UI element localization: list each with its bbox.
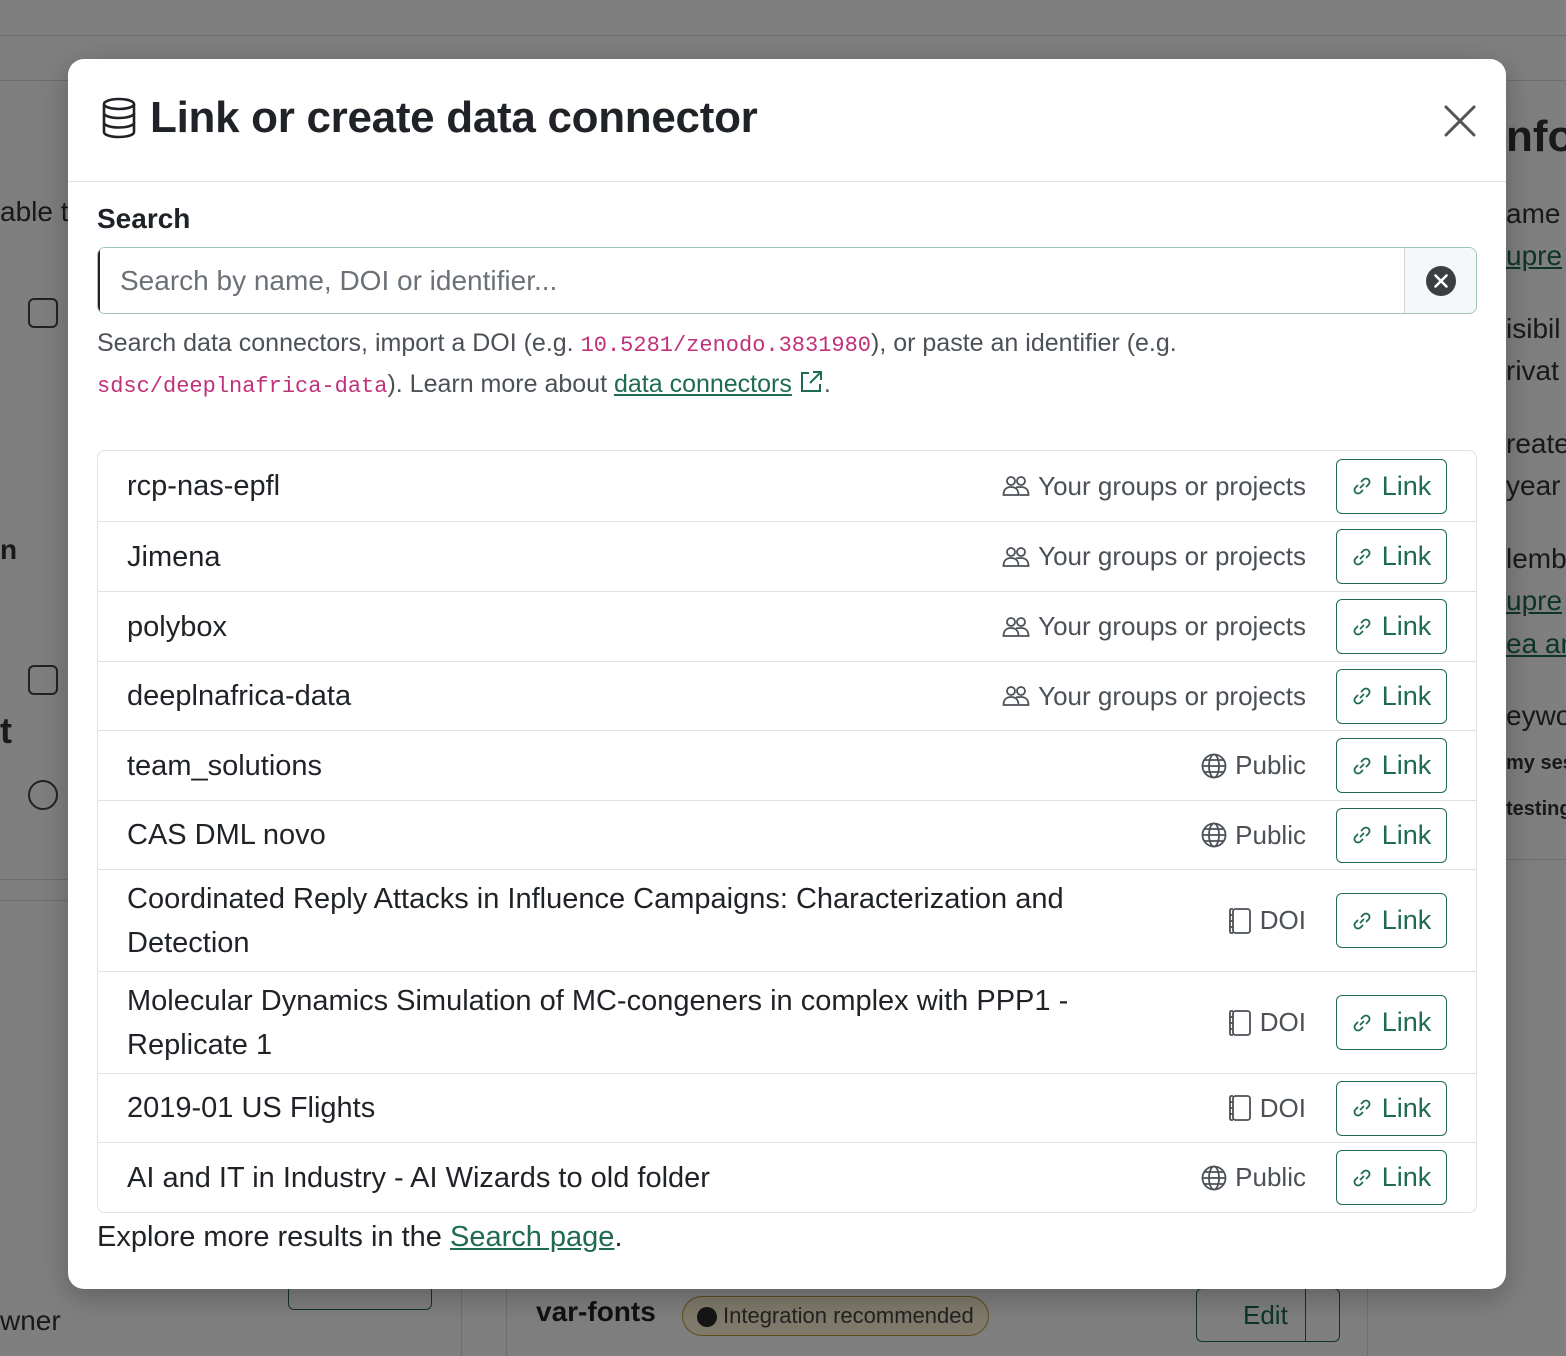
- search-page-link[interactable]: Search page: [450, 1221, 614, 1253]
- link-icon: [1353, 618, 1371, 635]
- result-name: polybox: [127, 610, 227, 643]
- close-icon: [1444, 105, 1476, 137]
- result-row: team_solutions Public Link: [98, 730, 1476, 800]
- link-button[interactable]: Link: [1336, 995, 1447, 1050]
- result-name: team_solutions: [127, 749, 323, 782]
- result-row: deeplnafrica-data Your groups or projects…: [98, 661, 1476, 730]
- result-visibility-tag: Public: [1201, 820, 1306, 851]
- result-visibility-tag: Your groups or projects: [1002, 541, 1306, 572]
- result-row: Molecular Dynamics Simulation of MC-cong…: [98, 971, 1476, 1073]
- globe-icon: [1201, 753, 1227, 779]
- link-button[interactable]: Link: [1336, 1080, 1447, 1136]
- result-visibility-tag: Public: [1201, 1162, 1306, 1193]
- result-row: CAS DML novo Public Link: [98, 800, 1476, 869]
- result-name: CAS DML novo: [127, 819, 326, 851]
- close-button[interactable]: [1440, 101, 1480, 141]
- link-button[interactable]: Link: [1336, 458, 1447, 514]
- link-button[interactable]: Link: [1336, 599, 1447, 654]
- result-visibility-tag: Your groups or projects: [1002, 471, 1306, 502]
- globe-icon: [1201, 1165, 1227, 1191]
- modal-title-text: Link or create data connector: [150, 93, 758, 142]
- link-icon: [1353, 912, 1371, 929]
- link-icon: [1353, 477, 1371, 495]
- result-visibility-tag: DOI: [1228, 905, 1306, 936]
- identifier-example: sdsc/deeplnafrica-data: [97, 374, 388, 399]
- result-visibility-tag: Your groups or projects: [1002, 611, 1306, 642]
- database-icon: [102, 97, 136, 139]
- journal-icon: [1228, 1094, 1252, 1122]
- result-name: Jimena: [127, 540, 221, 573]
- link-button[interactable]: Link: [1336, 529, 1447, 584]
- link-button[interactable]: Link: [1336, 668, 1447, 724]
- result-row: Jimena Your groups or projects Link: [98, 521, 1476, 591]
- result-visibility-tag: Public: [1201, 750, 1306, 781]
- search-help-text: Search data connectors, import a DOI (e.…: [97, 329, 1177, 399]
- result-row: 2019-01 US Flights DOI Link: [98, 1073, 1476, 1142]
- result-row: Coordinated Reply Attacks in Influence C…: [98, 869, 1476, 971]
- people-icon: [1002, 616, 1030, 638]
- data-connector-modal: Link or create data connector Search Sea…: [68, 59, 1506, 1289]
- result-name: deeplnafrica-data: [127, 680, 352, 712]
- modal-header: Link or create data connector: [68, 59, 1506, 182]
- link-button[interactable]: Link: [1336, 738, 1447, 793]
- result-name: AI and IT in Industry - AI Wizards to ol…: [127, 1161, 710, 1194]
- people-icon: [1002, 546, 1030, 568]
- doi-example: 10.5281/zenodo.3831980: [580, 333, 872, 358]
- result-name: Molecular Dynamics Simulation of MC-cong…: [127, 984, 1069, 1061]
- journal-icon: [1228, 1009, 1252, 1037]
- journal-icon: [1228, 907, 1252, 935]
- link-icon: [1353, 1014, 1371, 1031]
- search-input[interactable]: [98, 248, 1404, 313]
- external-link-icon: [800, 371, 822, 392]
- result-visibility-tag: Your groups or projects: [1002, 681, 1306, 712]
- link-icon: [1353, 1099, 1371, 1117]
- link-icon: [1353, 826, 1371, 844]
- result-row: AI and IT in Industry - AI Wizards to ol…: [98, 1142, 1476, 1212]
- modal-title: Link or create data connector: [100, 93, 758, 143]
- modal-body: Search Search data connectors, import a …: [97, 203, 1477, 1213]
- search-group: [97, 247, 1477, 314]
- result-name: rcp-nas-epfl: [127, 470, 281, 502]
- link-icon: [1353, 687, 1371, 705]
- link-icon: [1353, 757, 1371, 774]
- link-button[interactable]: Link: [1336, 807, 1447, 863]
- link-icon: [1353, 548, 1371, 565]
- search-page-hint: Explore more results in the Search page.: [97, 1221, 623, 1253]
- result-row: polybox Your groups or projects Link: [98, 591, 1476, 661]
- globe-icon: [1201, 822, 1227, 848]
- link-button[interactable]: Link: [1336, 893, 1447, 948]
- link-icon: [1353, 1169, 1371, 1186]
- result-name: 2019-01 US Flights: [127, 1092, 376, 1124]
- result-visibility-tag: DOI: [1228, 1093, 1306, 1124]
- result-row: rcp-nas-epfl Your groups or projects Link: [98, 451, 1476, 521]
- people-icon: [1002, 685, 1030, 707]
- people-icon: [1002, 475, 1030, 497]
- data-connectors-doc-link[interactable]: data connectors: [614, 370, 792, 398]
- result-visibility-tag: DOI: [1228, 1007, 1306, 1038]
- link-button[interactable]: Link: [1336, 1150, 1447, 1205]
- result-name: Coordinated Reply Attacks in Influence C…: [127, 882, 1064, 959]
- results-list: rcp-nas-epfl Your groups or projects Link J…: [97, 450, 1477, 1213]
- clear-icon: [1425, 265, 1456, 296]
- search-label: Search: [97, 203, 191, 234]
- clear-search-button[interactable]: [1404, 248, 1476, 313]
